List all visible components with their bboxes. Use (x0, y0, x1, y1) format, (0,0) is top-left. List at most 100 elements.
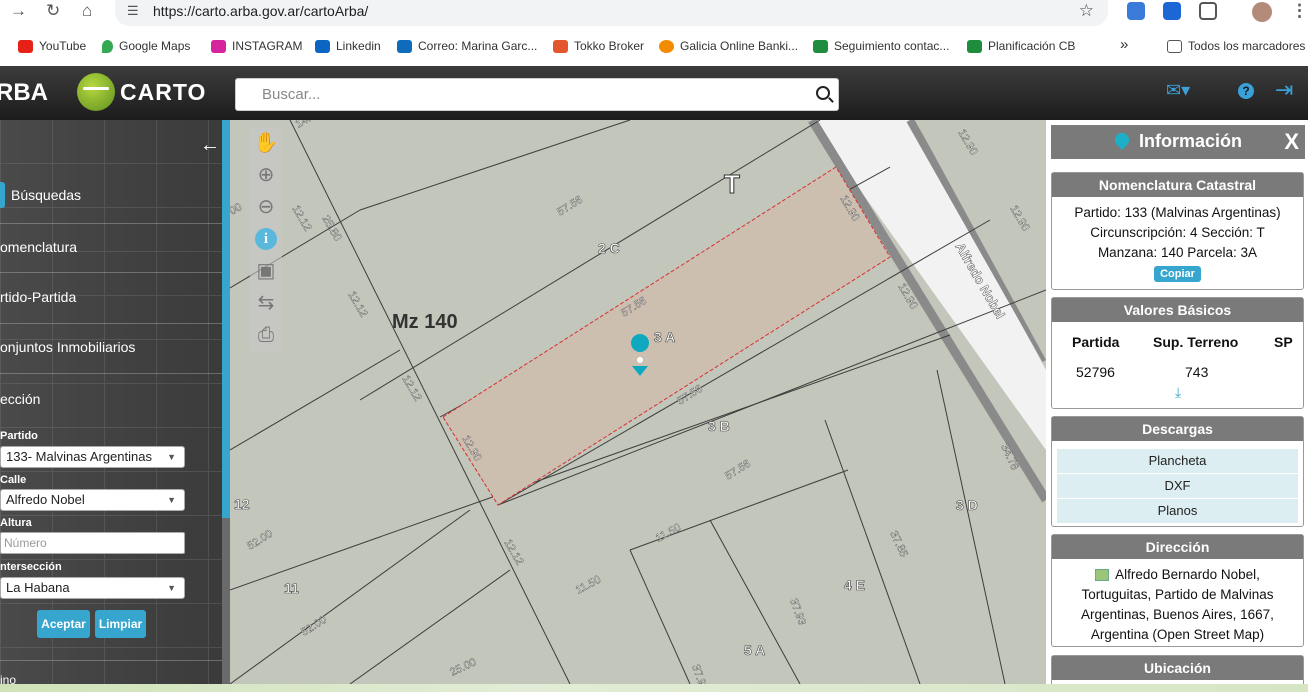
col-sp: SP (1274, 334, 1293, 350)
home-icon[interactable]: ⌂ (82, 1, 92, 21)
folder-icon (1167, 39, 1182, 53)
dim-label: 25.00 (448, 656, 478, 679)
partido-select[interactable]: 133- Malvinas Argentinas ▼ (0, 446, 185, 468)
bookmark-planificacion[interactable]: Planificación CB (967, 39, 1075, 53)
divider (0, 660, 222, 661)
maps-pin-icon (102, 39, 113, 53)
section-header: Descargas (1052, 417, 1303, 441)
zoom-out-icon[interactable]: ⊖ (253, 194, 279, 220)
brand-arba: RBA (0, 79, 48, 106)
sidebar: ← Búsquedas omenclatura rtido-Partida on… (0, 120, 230, 692)
bookmark-youtube[interactable]: YouTube (18, 39, 86, 53)
carto-globe-icon (77, 73, 115, 111)
calle-label: Calle (0, 474, 27, 486)
direccion-section: Dirección Alfredo Bernardo Nobel, Tortug… (1051, 534, 1304, 647)
interseccion-select[interactable]: La Habana ▼ (0, 577, 185, 599)
extension-gear-icon[interactable] (1163, 2, 1181, 20)
limpiar-button[interactable]: Limpiar (95, 610, 146, 638)
dim-label: 37.9 (689, 663, 708, 684)
bookmark-seguimiento[interactable]: Seguimiento contac... (813, 39, 949, 53)
pan-hand-icon[interactable]: ✋ (253, 130, 279, 156)
zoom-extent-icon[interactable]: ▣ (253, 258, 279, 284)
outlook-icon (397, 39, 412, 53)
site-settings-icon[interactable]: ☰ (127, 3, 139, 19)
seccion-letter: T (724, 169, 740, 199)
print-icon[interactable]: ⎙ (253, 322, 279, 348)
sidebar-item-nomenclatura[interactable]: omenclatura (0, 239, 77, 255)
address-bar[interactable]: ☰ https://carto.arba.gov.ar/cartoArba/ ☆ (115, 0, 1108, 26)
mail-dropdown-icon[interactable]: ✉▾ (1166, 80, 1190, 101)
section-header: Dirección (1052, 535, 1303, 559)
bookmarks-overflow[interactable]: » (1120, 36, 1128, 53)
dim-label: 12.12 (345, 290, 369, 320)
zoom-in-icon[interactable]: ⊕ (253, 162, 279, 188)
forward-icon[interactable]: → (10, 1, 27, 21)
bookmark-galicia[interactable]: Galicia Online Banki... (659, 39, 798, 53)
parcel-label: 4 E (844, 577, 865, 593)
altura-label: Altura (0, 517, 32, 529)
search-input[interactable] (236, 79, 806, 110)
measure-icon[interactable]: ⇆ (253, 290, 279, 316)
sheets-icon (967, 39, 982, 53)
profile-avatar[interactable] (1252, 2, 1272, 22)
browser-urlbar: → ↻ ⌂ ☰ https://carto.arba.gov.ar/cartoA… (0, 0, 1308, 34)
download-plancheta[interactable]: Plancheta (1057, 449, 1298, 473)
app-header: RBA CARTO ✉▾ ? ⇥ (0, 66, 1308, 120)
help-icon[interactable]: ? (1238, 83, 1254, 99)
bookmark-linkedin[interactable]: Linkedin (315, 39, 381, 53)
bookmark-instagram[interactable]: INSTAGRAM (211, 39, 302, 53)
altura-input[interactable] (0, 532, 185, 554)
parcel-label: 12 (234, 496, 250, 512)
divider (0, 272, 222, 273)
nomenclatura-manzana: Manzana: 140 Parcela: 3A (1097, 245, 1258, 260)
info-icon[interactable]: i (255, 228, 277, 250)
menu-kebab-icon[interactable]: ⋮ (1291, 1, 1308, 21)
bookmark-star-icon[interactable]: ☆ (1079, 1, 1094, 21)
ubicacion-section: Ubicación (1051, 655, 1304, 684)
sidebar-item-direccion[interactable]: ección (0, 391, 40, 407)
download-dxf[interactable]: DXF (1057, 474, 1298, 498)
bookmarks-bar: YouTube Google Maps INSTAGRAM Linkedin C… (0, 34, 1308, 60)
nomenclatura-section: Nomenclatura Catastral Partido: 133 (Mal… (1051, 172, 1304, 290)
sidebar-scrollbar-thumb[interactable] (222, 120, 230, 518)
collapse-sidebar-icon[interactable]: ← (200, 134, 220, 157)
divider (0, 373, 222, 374)
val-partida: 52796 (1076, 364, 1115, 380)
dim-label: 14.9 (294, 120, 319, 131)
sidebar-item-partido-partida[interactable]: rtido-Partida (0, 289, 76, 305)
reload-icon[interactable]: ↻ (46, 1, 60, 21)
logout-icon[interactable]: ⇥ (1275, 77, 1293, 103)
val-sup-terreno: 743 (1185, 364, 1209, 380)
info-title: Información (1139, 131, 1243, 151)
marker-dot (637, 357, 643, 363)
youtube-icon (18, 39, 33, 53)
download-icon[interactable]: ⤓ (1175, 384, 1181, 401)
sidebar-item-conjuntos[interactable]: onjuntos Inmobiliarios (0, 339, 135, 355)
aceptar-button[interactable]: Aceptar (37, 610, 90, 638)
nomenclatura-circ: Circunscripción: 4 Sección: T (1090, 225, 1265, 240)
extensions-puzzle-icon[interactable] (1199, 2, 1217, 20)
map-canvas[interactable]: Mz 140 T 2 C 3 A 3 B 3 D 4 E 5 A 12 11 A… (230, 120, 1046, 684)
copiar-button[interactable]: Copiar (1154, 266, 1201, 282)
map-svg[interactable]: Mz 140 T 2 C 3 A 3 B 3 D 4 E 5 A 12 11 A… (230, 120, 1046, 684)
parcel-label: 11 (284, 580, 299, 596)
valores-section: Valores Básicos Partida Sup. Terreno SP … (1051, 297, 1304, 409)
bookmark-google-maps[interactable]: Google Maps (102, 39, 190, 53)
url-text[interactable]: https://carto.arba.gov.ar/cartoArba/ (153, 3, 368, 19)
bookmark-correo[interactable]: Correo: Marina Garc... (397, 39, 537, 53)
download-planos[interactable]: Planos (1057, 499, 1298, 523)
sheets-icon (813, 39, 828, 53)
dim-label: 11.50 (654, 522, 683, 545)
close-panel-button[interactable]: X (1284, 129, 1299, 155)
manzana-label: Mz 140 (392, 311, 458, 333)
calle-select[interactable]: Alfredo Nobel ▼ (0, 489, 185, 511)
sidebar-item-busquedas[interactable]: Búsquedas (11, 187, 81, 203)
dim-label: 52.00 (245, 528, 275, 553)
brand-carto: CARTO (120, 79, 207, 105)
search-icon[interactable] (816, 86, 830, 100)
dim-label: 37.85 (887, 529, 910, 559)
extension-wifi-icon[interactable] (1127, 2, 1145, 20)
bookmark-tokko[interactable]: Tokko Broker (553, 39, 644, 53)
all-bookmarks[interactable]: Todos los marcadores (1167, 39, 1305, 53)
map-thumb-icon (1095, 569, 1110, 582)
